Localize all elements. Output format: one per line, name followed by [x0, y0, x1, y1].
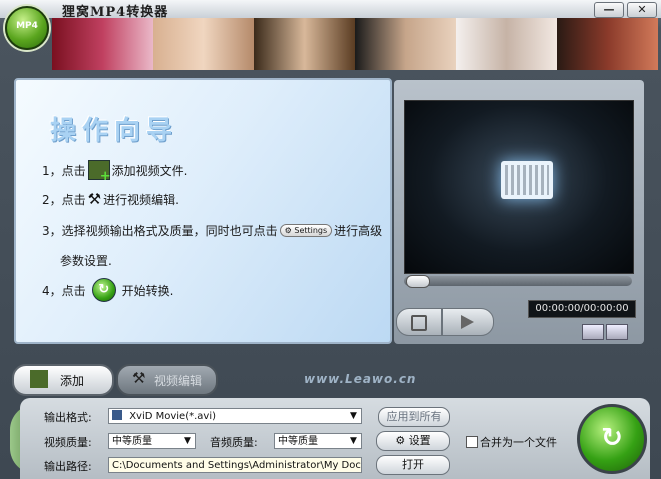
output-path-field[interactable]: C:\Documents and Settings\Administrator\…: [108, 457, 362, 473]
banner-image: [355, 18, 456, 70]
gear-icon: ⚙: [395, 434, 406, 447]
minimize-button[interactable]: —: [594, 2, 624, 18]
step-4-prefix: 4，点击: [42, 283, 86, 298]
settings-badge-icon: ⚙ Settings: [279, 224, 333, 237]
stop-icon: [411, 315, 427, 331]
output-path-value: C:\Documents and Settings\Administrator\…: [112, 460, 362, 471]
app-window: 狸窝MP4转换器 — ✕ MP4 操作向导 1，点击 添加视频文件. 2，点击 …: [0, 0, 661, 479]
step-4-suffix: 开始转换.: [121, 283, 174, 298]
settings-badge-label: Settings: [294, 226, 328, 235]
banner-strip: [52, 18, 658, 70]
banner-image: [456, 18, 557, 70]
edit-tools-icon: ⚒: [87, 190, 102, 208]
video-quality-label: 视频质量:: [44, 436, 92, 449]
video-file-icon: [112, 410, 122, 420]
title-bar: 狸窝MP4转换器 — ✕: [0, 0, 661, 20]
guide-step-3-cont: 参数设置.: [60, 252, 112, 269]
guide-title: 操作向导: [50, 116, 179, 146]
chevron-down-icon: ▼: [184, 436, 191, 446]
step-2-prefix: 2，点击: [42, 192, 86, 207]
seek-bar[interactable]: [404, 275, 632, 288]
add-button[interactable]: 添加: [12, 364, 114, 396]
start-arrow-icon: ↻: [601, 423, 623, 453]
time-display: 00:00:00/00:00:00: [528, 300, 636, 318]
guide-step-1: 1，点击 添加视频文件.: [42, 160, 188, 184]
step-1-prefix: 1，点击: [42, 163, 86, 178]
audio-quality-label: 音频质量:: [210, 436, 258, 449]
merge-label: 合并为一个文件: [480, 436, 557, 449]
preview-player: 00:00:00/00:00:00: [394, 80, 644, 344]
website-label: www.Leawo.cn: [304, 372, 417, 386]
settings-button-label: 设置: [408, 434, 431, 447]
banner-image: [153, 18, 254, 70]
add-button-label: 添加: [60, 374, 85, 388]
start-convert-button[interactable]: ↻: [577, 404, 647, 474]
guide-step-3: 3，选择视频输出格式及质量，同时也可点击 ⚙ Settings 进行高级: [42, 222, 382, 239]
video-quality-select[interactable]: 中等质量 ▼: [108, 433, 196, 449]
video-quality-value: 中等质量: [112, 436, 152, 447]
step-3-suffix: 进行高级: [334, 224, 383, 238]
path-label: 输出路径:: [44, 460, 92, 473]
step-2-suffix: 进行视频编辑.: [103, 192, 179, 207]
edit-button-label: 视频编辑: [154, 374, 203, 388]
folder-icon[interactable]: [606, 324, 628, 340]
seek-handle[interactable]: [406, 275, 430, 288]
close-button[interactable]: ✕: [627, 2, 657, 18]
chevron-down-icon: ▼: [350, 436, 357, 446]
format-select[interactable]: XviD Movie(*.avi) ▼: [108, 408, 362, 424]
start-arrow-icon: ↻: [91, 278, 116, 302]
edit-tools-icon: ⚒: [132, 369, 146, 387]
banner-image: [254, 18, 355, 70]
film-icon: [501, 161, 553, 199]
settings-button[interactable]: ⚙ 设置: [376, 431, 450, 451]
play-icon: [461, 315, 474, 329]
add-video-icon: [30, 370, 48, 388]
play-button[interactable]: [442, 308, 494, 336]
open-button[interactable]: 打开: [376, 455, 450, 475]
banner-image: [52, 18, 153, 70]
step-3-continuation: 参数设置.: [60, 254, 112, 268]
edit-button[interactable]: ⚒ 视频编辑: [116, 364, 218, 396]
output-settings-panel: 输出格式: XviD Movie(*.avi) ▼ 应用到所有 视频质量: 中等…: [20, 398, 650, 479]
step-1-suffix: 添加视频文件.: [111, 163, 188, 178]
guide-step-2: 2，点击 ⚒ 进行视频编辑.: [42, 190, 179, 208]
add-video-icon: [87, 160, 111, 184]
snapshot-icon[interactable]: [582, 324, 604, 340]
step-3-prefix: 3，选择视频输出格式及质量，同时也可点击: [42, 224, 278, 238]
audio-quality-select[interactable]: 中等质量 ▼: [274, 433, 362, 449]
stop-button[interactable]: [396, 308, 442, 336]
format-label: 输出格式:: [44, 411, 92, 424]
format-value: XviD Movie(*.avi): [129, 411, 217, 422]
guide-panel: 操作向导 1，点击 添加视频文件. 2，点击 ⚒ 进行视频编辑. 3，选择视频输…: [14, 78, 392, 344]
window-controls: — ✕: [594, 2, 657, 18]
merge-checkbox[interactable]: [466, 436, 478, 448]
apply-all-button[interactable]: 应用到所有: [378, 407, 450, 427]
guide-step-4: 4，点击 ↻ 开始转换.: [42, 278, 173, 302]
chevron-down-icon: ▼: [350, 411, 357, 421]
app-logo: MP4: [5, 6, 49, 50]
audio-quality-value: 中等质量: [278, 436, 318, 447]
preview-screen: [404, 100, 634, 274]
logo-text: MP4: [16, 21, 38, 31]
banner-image: [557, 18, 658, 70]
